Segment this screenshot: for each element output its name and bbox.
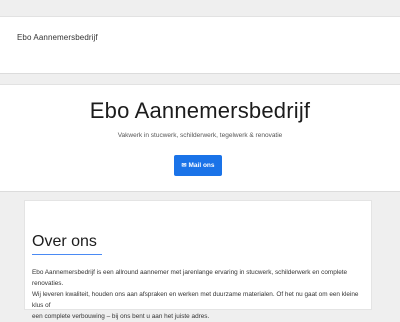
mail-button-label: Mail ons [188,162,215,169]
navbar: Ebo Aannemersbedrijf [0,16,400,74]
hero-section: Ebo Aannemersbedrijf Vakwerk in stucwerk… [0,84,400,192]
about-paragraph: Ebo Aannemersbedrijf is een allround aan… [32,267,368,322]
about-card: Over ons Ebo Aannemersbedrijf is een all… [24,200,372,320]
hero-title: Ebo Aannemersbedrijf [89,98,311,123]
mail-button[interactable]: ✉ Mail ons [174,155,222,176]
top-strip [0,0,400,16]
about-title: Over ons [32,233,97,250]
brand-link[interactable]: Ebo Aannemersbedrijf [17,33,98,42]
title-underline [32,254,102,255]
about-line-3: een complete verbouwing – bij ons bent u… [32,313,210,320]
hero-subtitle: Vakwerk in stucwerk, schilderwerk, tegel… [117,132,283,139]
about-line-1: Ebo Aannemersbedrijf is een allround aan… [32,269,348,287]
about-line-2: Wij leveren kwaliteit, houden ons aan af… [32,291,359,309]
envelope-icon: ✉ [181,162,187,169]
